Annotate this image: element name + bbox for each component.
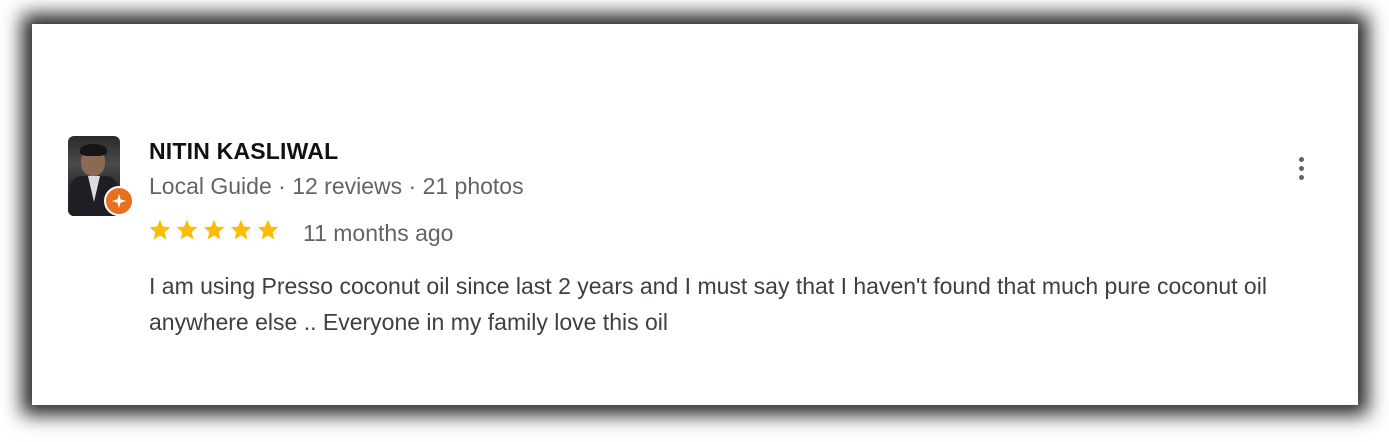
- more-options-button[interactable]: [1286, 150, 1316, 186]
- sparkle-icon: [112, 194, 126, 208]
- star-icon: [176, 219, 198, 240]
- reviewer-name[interactable]: NITIN KASLIWAL: [149, 138, 338, 165]
- star-rating: [148, 218, 280, 242]
- review-time: 11 months ago: [303, 220, 454, 246]
- star-icon: [149, 219, 171, 240]
- more-vert-icon: [1298, 156, 1304, 162]
- more-vert-icon-dot: [1298, 174, 1304, 180]
- star-icon: [257, 219, 279, 240]
- review-text: I am using Presso coconut oil since last…: [149, 273, 1267, 335]
- local-guide-badge-icon: [104, 186, 134, 216]
- star-icon: [230, 219, 252, 240]
- star-icon: [203, 219, 225, 240]
- reviewer-meta: Local Guide · 12 reviews · 21 photos: [149, 173, 524, 199]
- review-card: [32, 24, 1358, 405]
- avatar-hair: [80, 144, 107, 156]
- more-vert-icon-dot: [1298, 165, 1304, 171]
